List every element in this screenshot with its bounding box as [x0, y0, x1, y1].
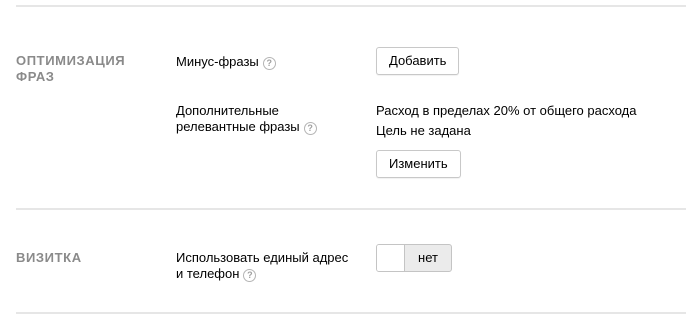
section-title-line-1: ОПТИМИЗАЦИЯ	[16, 53, 126, 68]
help-icon[interactable]: ?	[262, 57, 276, 70]
single-address-label-line-2-text: и телефон	[176, 266, 240, 281]
divider-top	[16, 5, 686, 7]
divider-bottom	[16, 312, 686, 314]
additional-phrases-spend-info: Расход в пределах 20% от общего расхода	[376, 103, 637, 118]
divider-middle	[16, 208, 686, 210]
single-address-toggle[interactable]: нет	[376, 244, 452, 272]
additional-phrases-label-line-1: Дополнительные	[176, 103, 279, 118]
additional-phrases-label-line-2-text: релевантные фразы	[176, 119, 300, 134]
help-icon[interactable]: ?	[243, 269, 257, 282]
minus-phrases-label: Минус-фразы?	[176, 54, 276, 70]
single-address-label: Использовать единый адрес и телефон?	[176, 250, 348, 282]
change-additional-phrases-button[interactable]: Изменить	[376, 150, 461, 178]
additional-phrases-goal-info: Цель не задана	[376, 123, 471, 138]
toggle-knob[interactable]	[377, 245, 405, 271]
minus-phrases-label-text: Минус-фразы	[176, 54, 259, 69]
single-address-label-line-2: и телефон?	[176, 266, 348, 282]
additional-phrases-label: Дополнительные релевантные фразы?	[176, 103, 317, 135]
section-title-line-2: ФРАЗ	[16, 69, 55, 84]
help-icon[interactable]: ?	[303, 122, 317, 135]
campaign-settings-panel: ОПТИМИЗАЦИЯ ФРАЗ Минус-фразы? Добавить Д…	[0, 0, 686, 328]
single-address-label-line-1: Использовать единый адрес	[176, 250, 349, 265]
add-minus-phrases-button[interactable]: Добавить	[376, 47, 460, 75]
toggle-value-label: нет	[418, 250, 438, 265]
section-title-phrase-optimization: ОПТИМИЗАЦИЯ ФРАЗ	[16, 53, 125, 85]
additional-phrases-label-line-2: релевантные фразы?	[176, 119, 317, 135]
section-title-vcard: ВИЗИТКА	[16, 250, 82, 265]
